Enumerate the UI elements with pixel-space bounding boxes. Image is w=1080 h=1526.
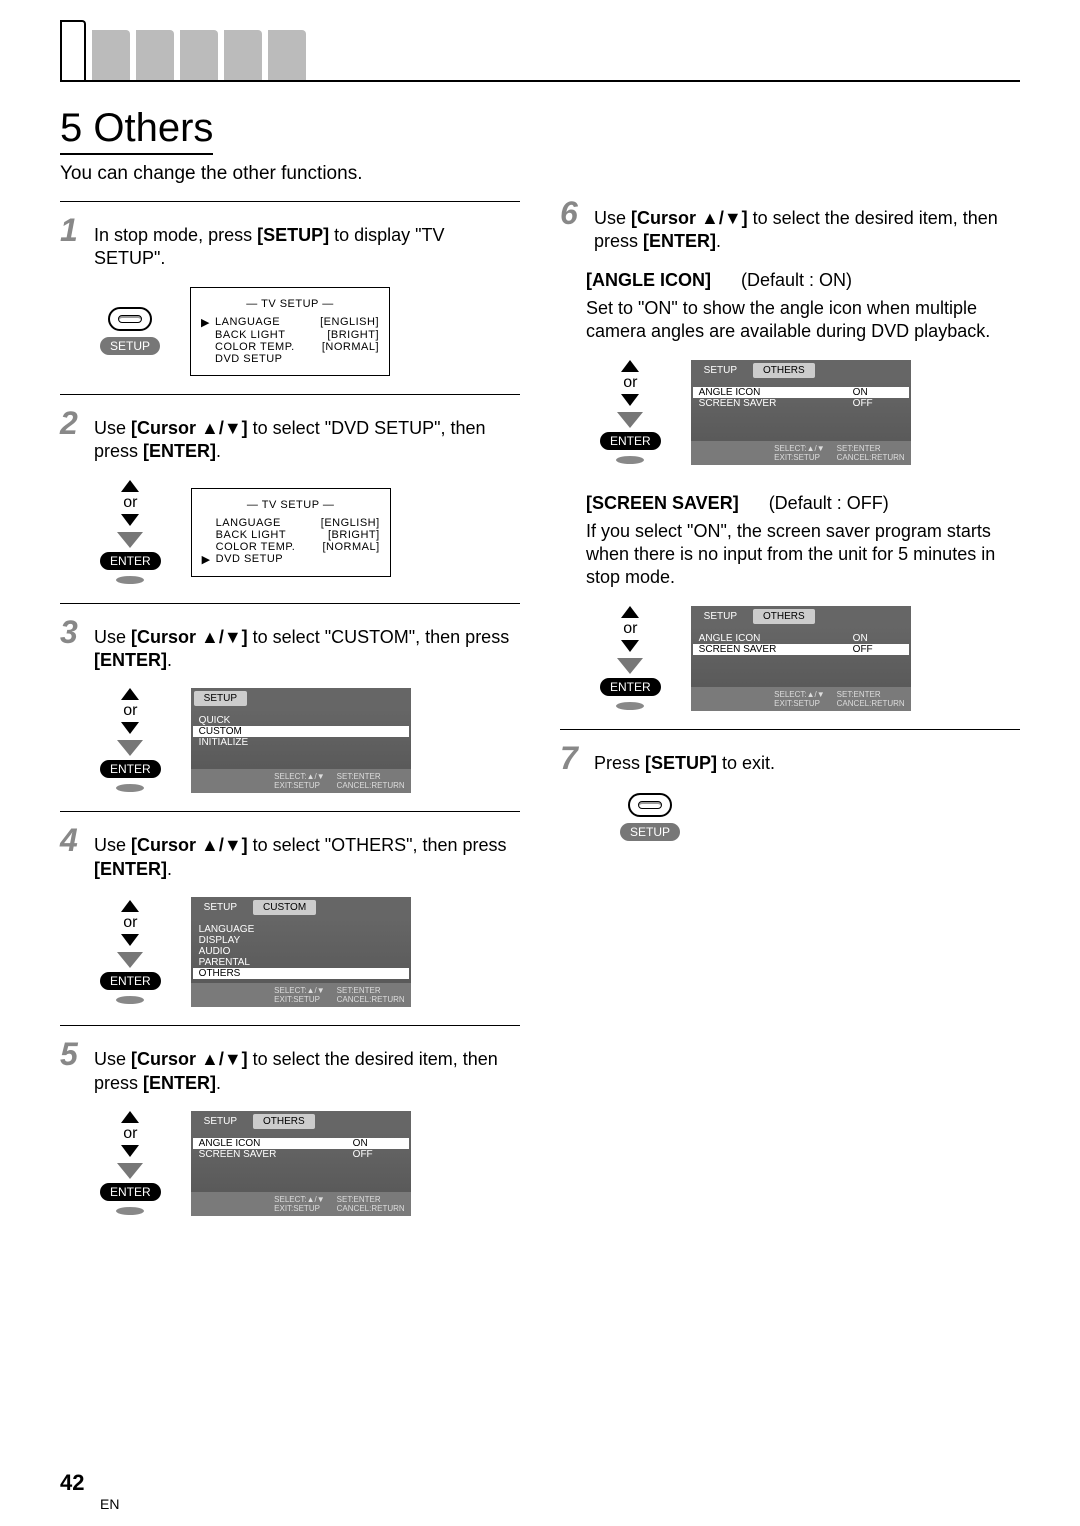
down-large-arrow-icon [117, 1163, 143, 1179]
cursor-control: or ENTER [100, 1111, 161, 1216]
step-2: 2 Use [Cursor ▲/▼] to select "DVD SETUP"… [60, 394, 520, 603]
up-arrow-icon [621, 606, 639, 618]
step-number: 6 [560, 195, 586, 232]
step-number: 5 [60, 1036, 86, 1073]
section-name: Others [93, 106, 213, 150]
oval-button-icon [115, 575, 145, 585]
or-label: or [623, 620, 637, 638]
step-text: Press [SETUP] to exit. [594, 752, 775, 775]
step-1: 1 In stop mode, press [SETUP] to display… [60, 201, 520, 394]
osd-others-angle: SETUPOTHERS ANGLE ICONON SCREEN SAVEROFF… [691, 360, 911, 465]
setting-angle-desc: Set to "ON" to show the angle icon when … [586, 297, 1020, 344]
osd-others-saver: SETUPOTHERS ANGLE ICONON SCREEN SAVEROFF… [691, 606, 911, 711]
up-arrow-icon [121, 688, 139, 700]
step-text: Use [Cursor ▲/▼] to select the desired i… [94, 1048, 520, 1095]
setup-remote-button: SETUP [620, 793, 680, 841]
step-5: 5 Use [Cursor ▲/▼] to select the desired… [60, 1025, 520, 1234]
or-label: or [123, 914, 137, 932]
page-number: 42 [60, 1470, 84, 1496]
osd-tv-setup: — TV SETUP — LANGUAGE[ENGLISH] BACK LIGH… [191, 488, 391, 577]
or-label: or [123, 702, 137, 720]
down-arrow-icon [121, 1145, 139, 1157]
down-large-arrow-icon [117, 740, 143, 756]
cursor-control: or ENTER [600, 606, 661, 711]
section-intro: You can change the other functions. [60, 163, 1020, 185]
up-arrow-icon [121, 900, 139, 912]
enter-label: ENTER [100, 1183, 161, 1201]
down-large-arrow-icon [617, 658, 643, 674]
step-number: 2 [60, 405, 86, 442]
cursor-control: or ENTER [600, 360, 661, 465]
step-text: In stop mode, press [SETUP] to display "… [94, 224, 520, 271]
tab [180, 30, 218, 80]
step-3: 3 Use [Cursor ▲/▼] to select "CUSTOM", t… [60, 603, 520, 812]
step-4: 4 Use [Cursor ▲/▼] to select "OTHERS", t… [60, 811, 520, 1025]
down-large-arrow-icon [617, 412, 643, 428]
step-number: 3 [60, 614, 86, 651]
down-large-arrow-icon [117, 532, 143, 548]
down-arrow-icon [621, 640, 639, 652]
cursor-control: or ENTER [100, 480, 161, 585]
oval-button-icon [115, 783, 145, 793]
up-arrow-icon [621, 360, 639, 372]
setting-angle-icon: [ANGLE ICON] (Default : ON) [586, 270, 1020, 291]
cursor-control: or ENTER [100, 688, 161, 793]
tab [92, 30, 130, 80]
enter-label: ENTER [100, 760, 161, 778]
tab [268, 30, 306, 80]
step-text: Use [Cursor ▲/▼] to select "CUSTOM", the… [94, 626, 520, 673]
down-arrow-icon [121, 934, 139, 946]
page-language: EN [100, 1496, 119, 1512]
oval-button-icon [115, 995, 145, 1005]
oval-button-icon [615, 701, 645, 711]
oval-button-icon [115, 1206, 145, 1216]
setting-screen-saver: [SCREEN SAVER] (Default : OFF) [586, 493, 1020, 514]
setup-label: SETUP [620, 823, 680, 841]
step-text: Use [Cursor ▲/▼] to select "OTHERS", the… [94, 834, 520, 881]
cursor-control: or ENTER [100, 900, 161, 1005]
or-label: or [123, 1125, 137, 1143]
section-title: 5 Others [60, 106, 213, 155]
step-text: Use [Cursor ▲/▼] to select the desired i… [594, 207, 1020, 254]
setting-saver-desc: If you select "ON", the screen saver pro… [586, 520, 1020, 590]
oval-button-icon [615, 455, 645, 465]
step-number: 1 [60, 212, 86, 249]
step-number: 4 [60, 822, 86, 859]
down-arrow-icon [621, 394, 639, 406]
enter-label: ENTER [100, 552, 161, 570]
osd-setup-menu: SETUP QUICK CUSTOM INITIALIZE SELECT:▲/▼… [191, 688, 411, 793]
enter-label: ENTER [600, 678, 661, 696]
tab [136, 30, 174, 80]
osd-custom-menu: SETUPCUSTOM LANGUAGE DISPLAY AUDIO PAREN… [191, 897, 411, 1007]
osd-tv-setup: — TV SETUP — ▶LANGUAGE[ENGLISH] BACK LIG… [190, 287, 390, 376]
setup-label: SETUP [100, 337, 160, 355]
section-number: 5 [60, 106, 82, 150]
step-number: 7 [560, 740, 586, 777]
setup-remote-button: SETUP [100, 307, 160, 355]
down-arrow-icon [121, 722, 139, 734]
step-7: 7 Press [SETUP] to exit. SETUP [560, 729, 1020, 859]
tab [224, 30, 262, 80]
down-arrow-icon [121, 514, 139, 526]
or-label: or [623, 374, 637, 392]
enter-label: ENTER [600, 432, 661, 450]
osd-others-menu: SETUPOTHERS ANGLE ICONON SCREEN SAVEROFF… [191, 1111, 411, 1216]
or-label: or [123, 494, 137, 512]
tab-current [60, 20, 86, 80]
step-6: 6 Use [Cursor ▲/▼] to select the desired… [560, 195, 1020, 729]
up-arrow-icon [121, 1111, 139, 1123]
up-arrow-icon [121, 480, 139, 492]
page-section-tabs [60, 30, 1020, 82]
step-text: Use [Cursor ▲/▼] to select "DVD SETUP", … [94, 417, 520, 464]
enter-label: ENTER [100, 972, 161, 990]
down-large-arrow-icon [117, 952, 143, 968]
